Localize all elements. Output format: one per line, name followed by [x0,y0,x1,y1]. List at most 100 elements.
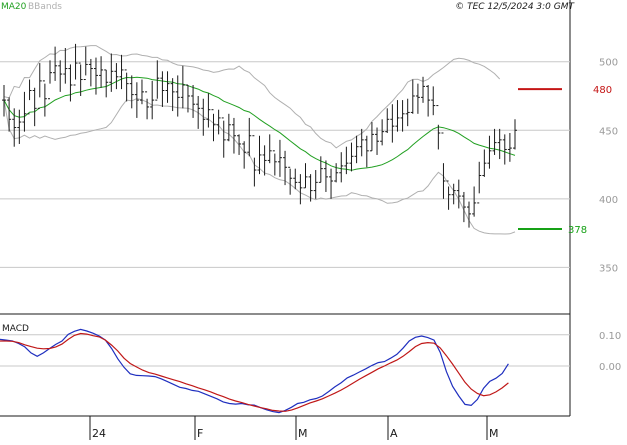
x-tick-label: M [298,427,308,440]
ohlc-bar [329,168,334,199]
ohlc-bar [288,166,293,195]
ohlc-bar [431,86,436,116]
ohlc-bar [231,117,236,154]
ohlc-bar [99,56,104,88]
legend-bbands: BBands [28,2,62,12]
x-tick-label: F [197,427,203,440]
ohlc-bar [502,134,507,165]
ohlc-bar [405,98,410,127]
ohlc-bar [191,85,196,118]
x-axis-ticks [89,416,488,440]
ohlc-bar [456,179,461,209]
ohlc-bar [472,186,477,217]
ohlc-bar [32,87,37,127]
ohlc-bar [160,71,165,107]
ohlc-bar [334,163,339,183]
ohlc-bar [364,135,369,168]
ohlc-bar [119,54,124,90]
price-levels: 480 378 [518,85,612,236]
ohlc-bar [211,109,216,142]
copyright-label: © TEC 12/5/2024 3:0 GMT [455,2,575,12]
ohlc-bar [298,174,303,205]
ohlc-bar [83,46,88,81]
x-tick-label: M [489,427,499,440]
ohlc-bar [267,134,272,164]
price-tick-label: 400 [599,195,618,206]
ohlc-bar [354,135,359,164]
macd-gridlines [0,334,570,367]
ohlc-bar [53,46,58,81]
ohlc-bar [124,69,129,102]
ohlc-bar [339,152,344,183]
ohlc-bars [2,43,517,228]
ohlc-bar [467,201,472,228]
ohlc-bar [37,63,42,109]
ohlc-bar [380,119,385,146]
ohlc-bar [134,82,139,118]
signal-line [0,332,509,412]
ohlc-bar [395,100,400,132]
ohlc-bar [385,108,390,134]
ohlc-bar [293,168,298,190]
x-axis-labels: 24 F M A M [92,427,499,440]
ohlc-bar [145,91,150,120]
ohlc-bar [487,135,492,169]
ohlc-bar [150,80,155,120]
ohlc-bar [262,145,267,176]
x-tick-label: A [390,427,398,440]
price-tick-label: 450 [599,126,618,137]
ohlc-bar [93,57,98,95]
bband-upper [3,45,501,149]
ohlc-bar [277,139,282,177]
ohlc-bar [129,75,134,109]
ohlc-bar [303,163,308,189]
ohlc-bar [63,47,68,84]
ohlc-bar [17,109,22,144]
price-tick-label: 500 [599,58,618,69]
ohlc-bar [247,117,252,157]
ohlc-bar [27,79,32,115]
chart-root: 480 378 350 400 450 500 0.10 0.00 24 F M A M MA20 … [0,0,627,445]
ohlc-bar [104,69,109,98]
ohlc-bar [410,79,415,114]
ohlc-bar [165,71,170,103]
ohlc-bar [22,91,27,132]
ohlc-bar [2,85,6,117]
ohlc-bar [257,135,262,175]
ohlc-bar [426,85,431,117]
ohlc-bar [375,127,380,155]
ohlc-bar [68,64,73,102]
ohlc-bar [114,63,119,90]
macd-title: MACD [2,324,29,334]
ohlc-bar [237,134,242,155]
macd-line [0,328,509,414]
y-axis-labels: 350 400 450 500 0.10 0.00 [599,58,621,373]
ohlc-bar [415,83,420,114]
ohlc-bar [283,150,288,186]
price-tick-label: 350 [599,263,618,274]
ohlc-bar [226,113,231,142]
ohlc-bar [88,58,93,87]
ohlc-bar [513,119,517,150]
ohlc-bar [323,160,328,192]
x-tick-label: 24 [92,427,106,440]
ohlc-bar [7,97,12,132]
ohlc-bar [349,142,354,172]
ohlc-bar [359,128,364,157]
ohlc-bar [109,53,114,92]
ohlc-bar [58,60,63,92]
ohlc-bar [47,60,52,100]
level-label: 378 [568,225,587,236]
ohlc-bar [390,104,395,143]
ohlc-bar [400,100,405,132]
ohlc-bar [272,150,277,176]
ohlc-bar [206,93,211,128]
ohlc-bar [497,128,502,160]
macd-tick-label: 0.10 [599,331,621,342]
ohlc-bar [42,80,47,117]
macd-tick-label: 0.00 [599,362,621,373]
macd-lines [0,328,509,414]
ohlc-bar [369,122,374,152]
ohlc-bar [477,161,482,204]
stock-chart: 480378 3504004505000.100.00 24 F M A M MA20 … [0,0,621,440]
